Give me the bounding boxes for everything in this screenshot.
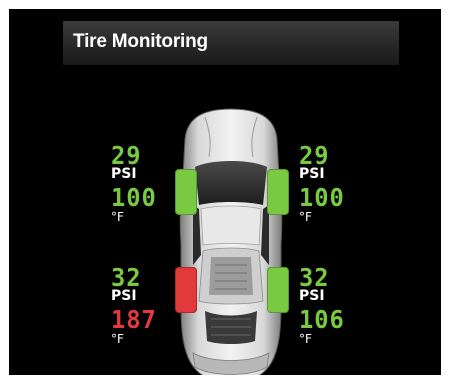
rear-right-temperature: 106 xyxy=(299,305,345,334)
front-left-readout: 29 PSI 100 °F xyxy=(111,143,171,223)
tire-indicator-front-right xyxy=(267,169,289,215)
front-right-pressure: 29 xyxy=(299,141,330,170)
rear-left-temperature: 187 xyxy=(111,305,157,334)
front-right-temperature-unit: °F xyxy=(299,210,312,224)
rear-right-pressure: 32 xyxy=(299,263,330,292)
rear-right-temperature-unit: °F xyxy=(299,332,312,346)
front-left-temperature-unit: °F xyxy=(111,210,124,224)
front-right-temperature: 100 xyxy=(299,183,345,212)
rear-left-readout: 32 PSI 187 °F xyxy=(111,265,171,345)
front-right-readout: 29 PSI 100 °F xyxy=(299,143,359,223)
page-title: Tire Monitoring xyxy=(73,31,208,52)
rear-left-temperature-unit: °F xyxy=(111,332,124,346)
tire-indicator-rear-right xyxy=(267,267,289,313)
front-left-temperature: 100 xyxy=(111,183,157,212)
tpms-screen: Tire Monitoring 29 PSI 100 °F 29 PSI 100… xyxy=(9,9,441,375)
tire-indicator-rear-left xyxy=(175,267,197,313)
tire-indicator-front-left xyxy=(175,169,197,215)
title-bar: Tire Monitoring xyxy=(63,21,399,65)
front-left-pressure: 29 xyxy=(111,141,142,170)
rear-right-readout: 32 PSI 106 °F xyxy=(299,265,359,345)
car-top-view-image xyxy=(179,108,283,375)
rear-left-pressure: 32 xyxy=(111,263,142,292)
